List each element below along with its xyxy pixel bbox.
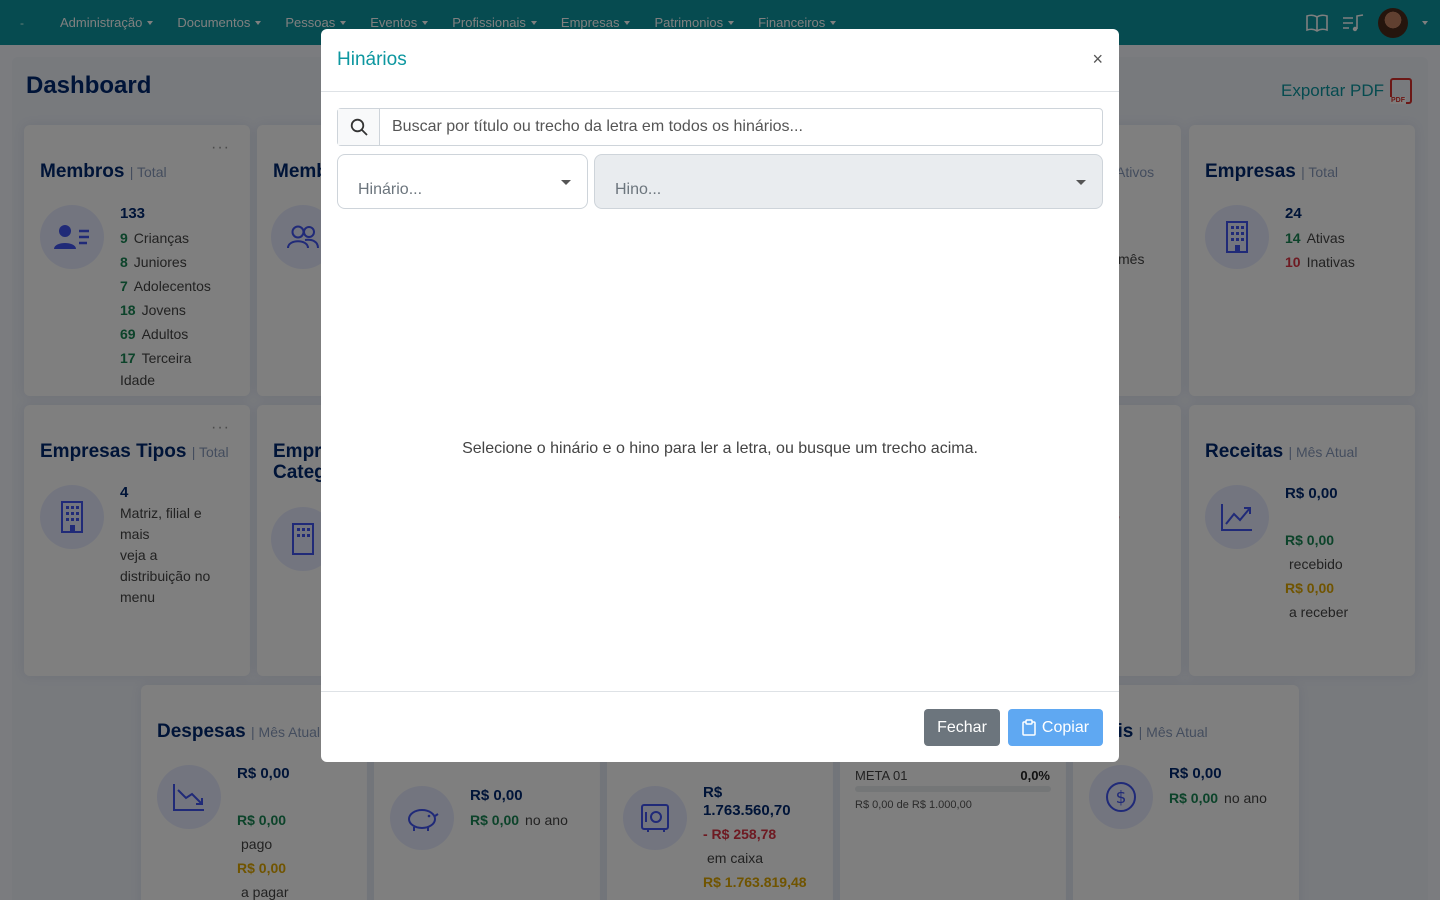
hymn-search-group — [337, 108, 1103, 146]
hino-select[interactable]: Hino... — [594, 154, 1103, 209]
empty-state-message: Selecione o hinário e o hino para ler a … — [462, 440, 978, 457]
modal-title: Hinários — [337, 49, 407, 70]
hinario-select[interactable]: Hinário... — [337, 154, 588, 209]
close-button[interactable]: Fechar — [924, 709, 1000, 746]
chevron-down-icon — [561, 180, 571, 185]
close-icon[interactable]: × — [1092, 49, 1103, 70]
copy-button[interactable]: Copiar — [1008, 709, 1103, 746]
search-icon[interactable] — [338, 109, 380, 145]
copy-button-label: Copiar — [1041, 718, 1090, 736]
clipboard-icon — [1022, 719, 1036, 736]
chevron-down-icon — [1076, 180, 1086, 185]
modal-footer: Fechar Copiar — [321, 691, 1119, 762]
hymn-search-input[interactable] — [380, 109, 1102, 145]
modal-header: Hinários — [321, 29, 1119, 92]
close-button-label: Fechar — [937, 718, 987, 736]
hinarios-modal: Hinários × Hinário... Hino... Selecione … — [321, 29, 1119, 762]
hinario-select-placeholder: Hinário... — [358, 181, 423, 198]
hino-select-placeholder: Hino... — [615, 181, 662, 198]
